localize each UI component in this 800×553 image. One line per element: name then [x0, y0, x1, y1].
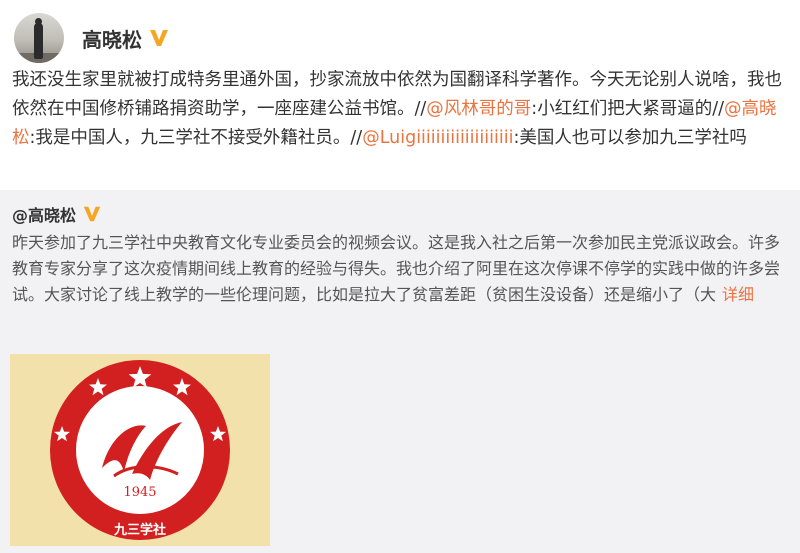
quoted-post-image[interactable]: 1945 九三学社 [10, 354, 270, 546]
weibo-post: 高晓松 我还没生家里就被打成特务里通外国，抄家流放中依然为国翻译科学著作。今天无… [0, 0, 800, 553]
logo-name: 九三学社 [113, 522, 166, 538]
avatar-figure-body [34, 23, 43, 59]
quoted-post-text: 昨天参加了九三学社中央教育文化专业委员会的视频会议。这是我入社之后第一次参加民主… [12, 230, 792, 308]
avatar[interactable] [14, 13, 64, 63]
post-header: 高晓松 [14, 10, 170, 66]
quoted-post-body: 昨天参加了九三学社中央教育文化专业委员会的视频会议。这是我入社之后第一次参加民主… [12, 233, 781, 304]
logo-year: 1945 [123, 485, 156, 500]
post-text-segment: :美国人也可以参加九三学社吗 [513, 128, 747, 148]
quoted-post-header: @高晓松 [12, 202, 102, 226]
post-text-segment: :我是中国人，九三学社不接受外籍社员。// [29, 128, 363, 148]
verified-badge-icon [83, 206, 101, 222]
mention-link[interactable]: @风林哥的哥 [426, 99, 531, 119]
author-name[interactable]: 高晓松 [82, 24, 142, 53]
verified-badge-icon [150, 30, 168, 46]
post-text-segment: :小红红们把大紧哥逼的// [531, 99, 724, 119]
quoted-author-name[interactable]: @高晓松 [12, 202, 76, 226]
quoted-post[interactable]: @高晓松 昨天参加了九三学社中央教育文化专业委员会的视频会议。这是我入社之后第一… [0, 190, 800, 553]
more-link[interactable]: 详细 [722, 285, 754, 304]
mention-link[interactable]: @Luigiiiiiiiiiiiiiiiiiiii [362, 128, 513, 148]
post-text: 我还没生家里就被打成特务里通外国，抄家流放中依然为国翻译科学著作。今天无论别人说… [12, 66, 792, 153]
jiusan-society-logo: 1945 九三学社 [50, 360, 230, 540]
